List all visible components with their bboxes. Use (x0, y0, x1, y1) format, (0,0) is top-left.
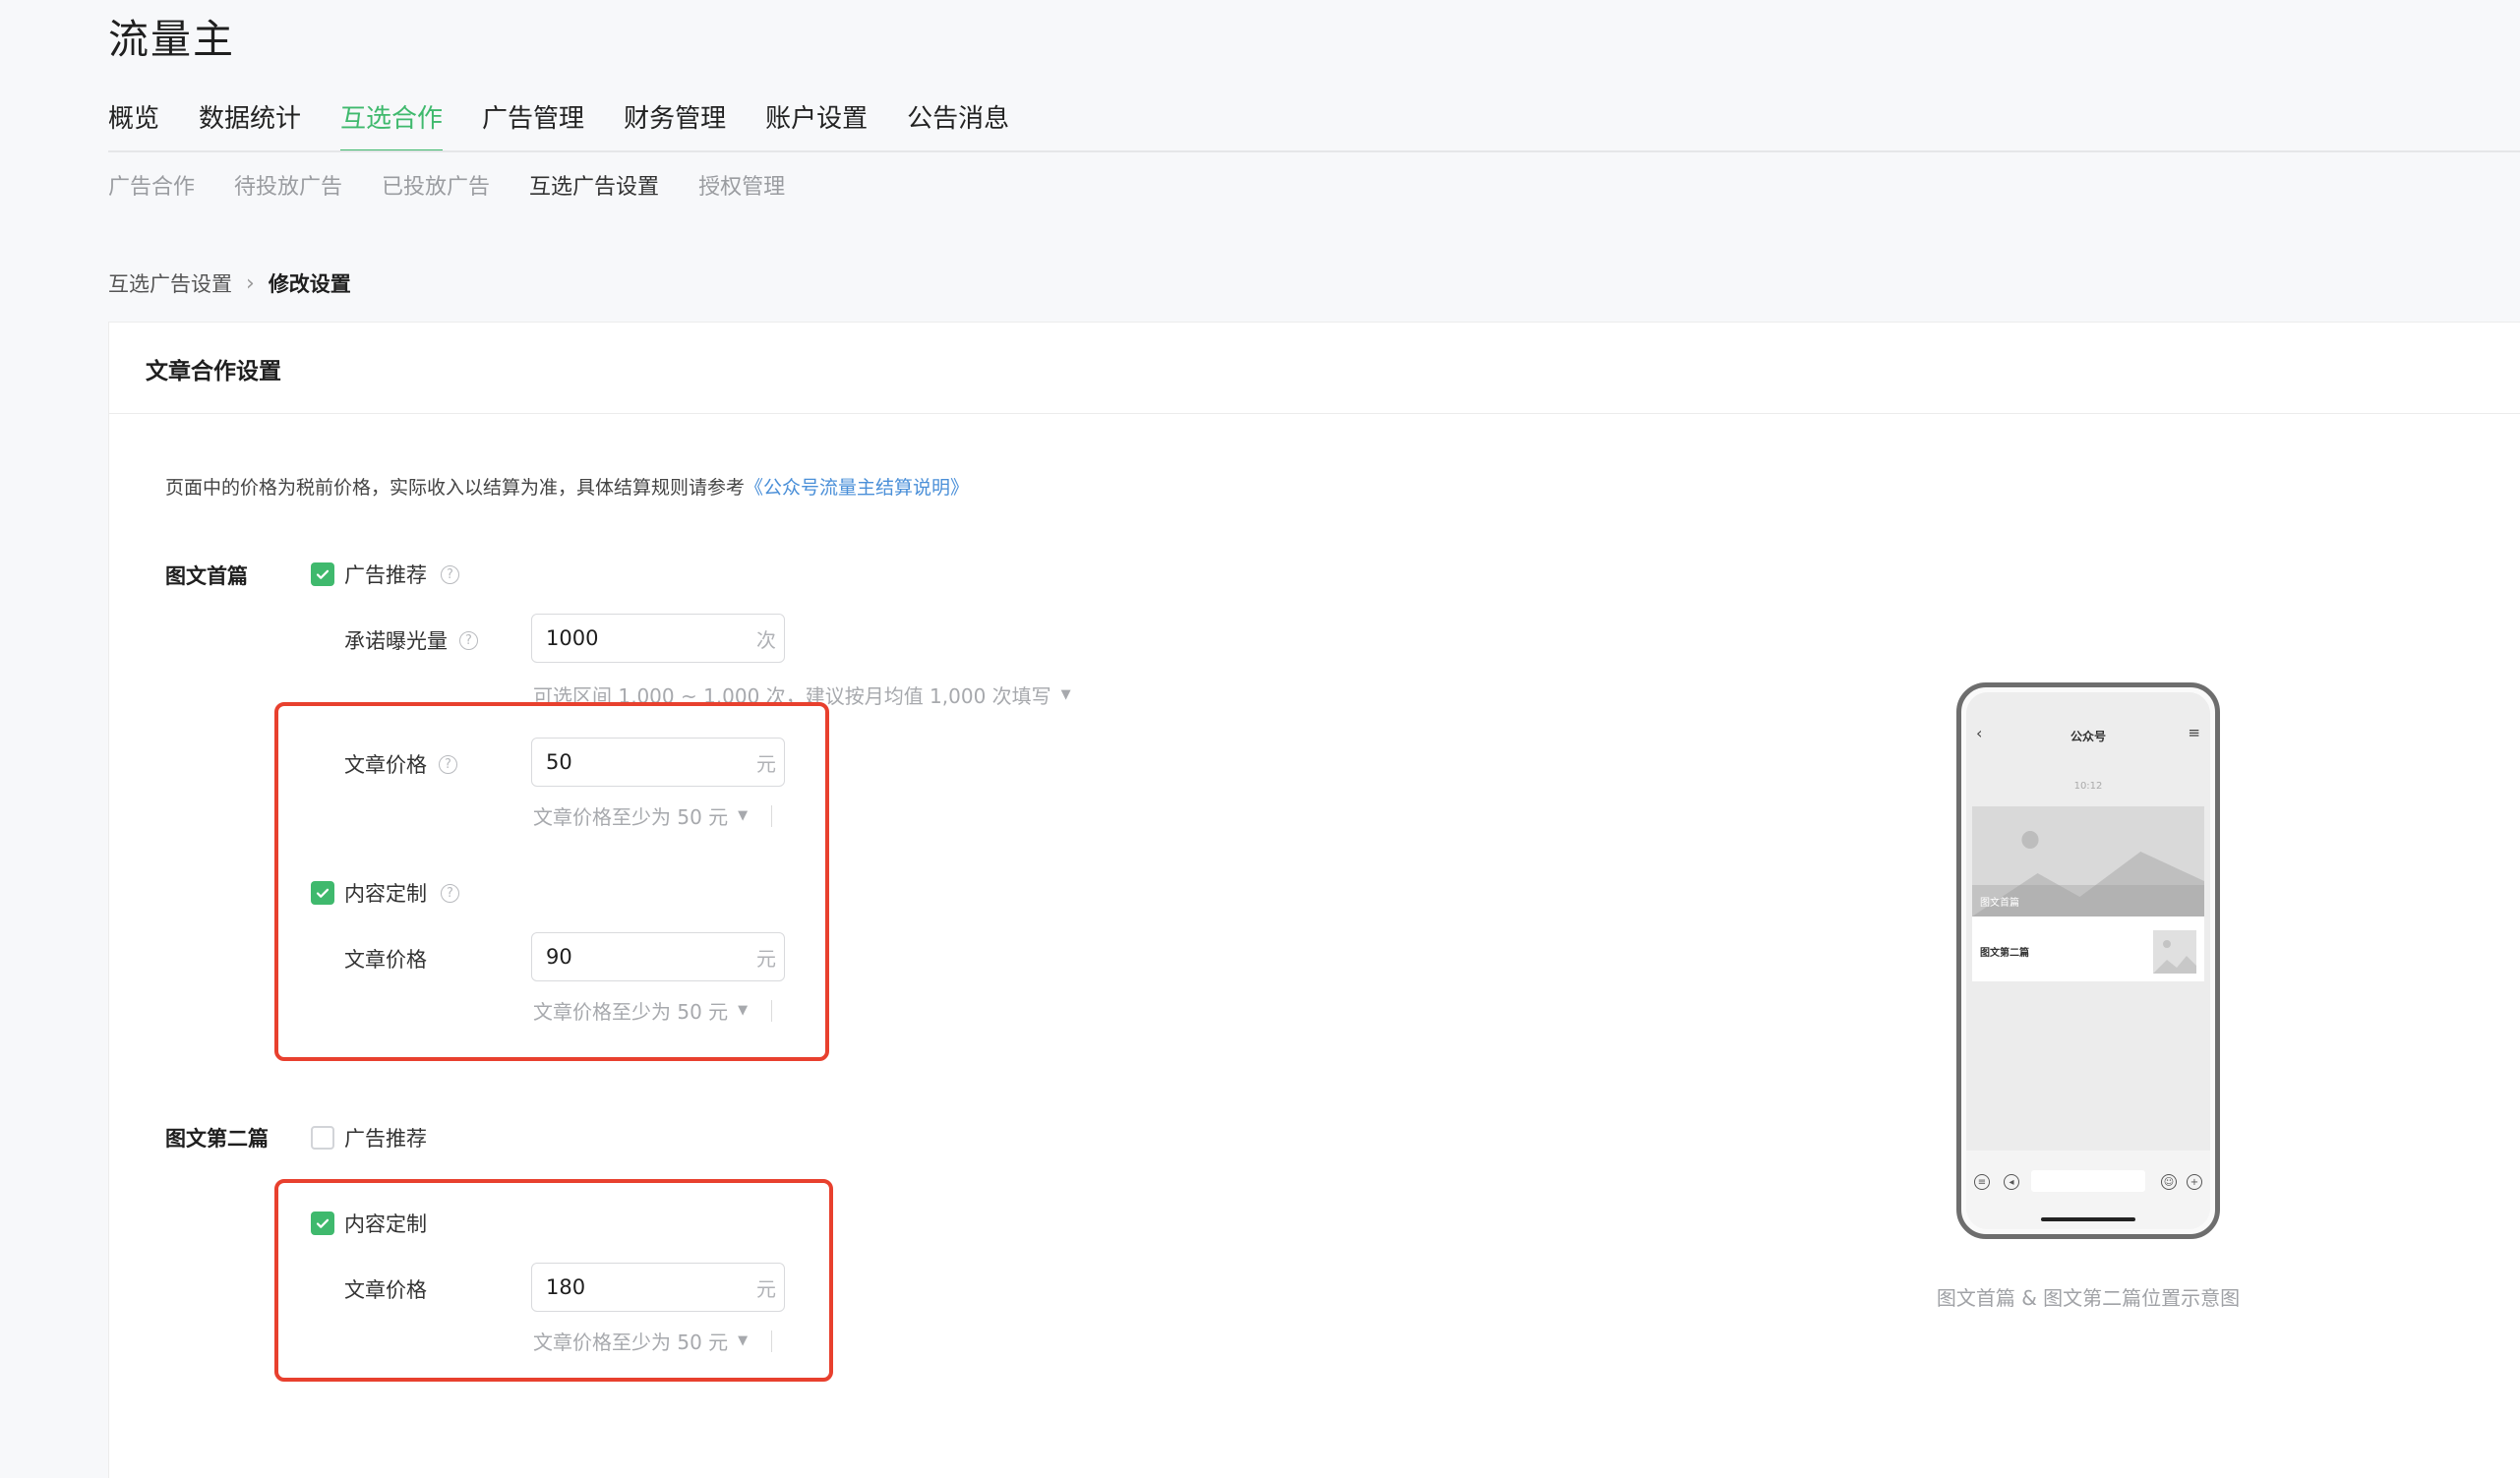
question-circle-icon[interactable]: ? (439, 754, 457, 774)
first-ad-recommend-checkbox[interactable]: 广告推荐 ? (311, 560, 459, 589)
ad-price-unit: 元 (756, 751, 776, 776)
subnav-ad-cooperation[interactable]: 广告合作 (108, 169, 195, 201)
checkbox-label: 广告推荐 (344, 563, 427, 587)
app-title: 流量主 (108, 16, 235, 63)
sub-nav: 广告合作 待投放广告 已投放广告 互选广告设置 授权管理 (108, 169, 824, 201)
ad-price-label-text: 文章价格 (344, 753, 427, 777)
caret-down-icon[interactable]: ▼ (738, 1003, 748, 1018)
second-price-unit: 元 (756, 1276, 776, 1301)
caret-down-icon[interactable]: ▼ (1061, 687, 1071, 702)
custom-price-hint: 文章价格至少为 50 元 ▼ (533, 996, 773, 1025)
question-circle-icon[interactable]: ? (441, 564, 459, 584)
voice-icon: ◂ (2004, 1174, 2019, 1190)
check-icon (311, 881, 334, 905)
ad-price-input[interactable]: 50 元 (531, 738, 785, 787)
exposure-value: 1000 (546, 626, 599, 650)
menu-icon: ≡ (2188, 724, 2200, 741)
phone-time: 10:12 (2073, 781, 2103, 792)
exposure-unit: 次 (756, 627, 776, 652)
main-nav: 概览 数据统计 互选合作 广告管理 财务管理 账户设置 公告消息 (108, 98, 1049, 152)
custom-price-value: 90 (546, 945, 572, 969)
second-price-input[interactable]: 180 元 (531, 1263, 785, 1312)
checkbox-label: 内容定制 (344, 1212, 427, 1236)
custom-price-hint-text: 文章价格至少为 50 元 (533, 1000, 729, 1024)
subnav-authorization[interactable]: 授权管理 (698, 169, 785, 201)
nav-announcements[interactable]: 公告消息 (907, 98, 1009, 152)
question-circle-icon[interactable]: ? (459, 630, 478, 650)
list-icon: ≡ (1974, 1174, 1990, 1190)
second-price-value: 180 (546, 1275, 586, 1299)
phone-article-card: 图文首篇 图文第二篇 (1972, 806, 2204, 981)
breadcrumb: 互选广告设置 › 修改设置 (108, 268, 351, 298)
subnav-ad-settings[interactable]: 互选广告设置 (529, 169, 659, 201)
breadcrumb-parent[interactable]: 互选广告设置 (108, 268, 232, 298)
divider (771, 1330, 773, 1352)
ad-price-hint-text: 文章价格至少为 50 元 (533, 805, 729, 829)
nav-ad-management[interactable]: 广告管理 (482, 98, 584, 152)
first-article-label: 图文首篇 (165, 564, 248, 588)
phone-input-field (2031, 1170, 2145, 1192)
question-circle-icon[interactable]: ? (441, 883, 459, 903)
subnav-delivered-ads[interactable]: 已投放广告 (382, 169, 490, 201)
chevron-right-icon: › (246, 270, 255, 296)
nav-divider (108, 150, 2520, 152)
exposure-input[interactable]: 1000 次 (531, 614, 785, 663)
ad-price-hint: 文章价格至少为 50 元 ▼ (533, 801, 773, 830)
plus-icon: + (2187, 1174, 2202, 1190)
breadcrumb-current: 修改设置 (268, 272, 351, 296)
phone-screen: ‹ 公众号 ≡ 10:12 图文首篇 图文第二篇 ≡ ◂ ☺ + (1966, 692, 2210, 1229)
checkbox-label: 内容定制 (344, 882, 427, 906)
thumbnail-placeholder (2153, 930, 2196, 974)
preview-caption: 图文首篇 & 图文第二篇位置示意图 (1936, 1286, 2241, 1310)
settlement-link[interactable]: 《公众号流量主结算说明》 (745, 477, 969, 499)
first-custom-checkbox[interactable]: 内容定制 ? (311, 878, 459, 908)
second-custom-checkbox[interactable]: 内容定制 (311, 1209, 427, 1238)
divider (771, 999, 773, 1022)
nav-mutual-selection[interactable]: 互选合作 (340, 98, 444, 152)
check-icon (311, 1212, 334, 1235)
nav-finance[interactable]: 财务管理 (624, 98, 726, 152)
caret-down-icon[interactable]: ▼ (738, 1333, 748, 1348)
divider (771, 804, 773, 827)
second-price-hint: 文章价格至少为 50 元 ▼ (533, 1327, 773, 1355)
custom-price-label-text: 文章价格 (344, 948, 427, 972)
phone-preview: ‹ 公众号 ≡ 10:12 图文首篇 图文第二篇 ≡ ◂ ☺ + (1956, 682, 2220, 1239)
phone-bottom-bar: ≡ ◂ ☺ + (1966, 1151, 2210, 1229)
second-article-preview-label: 图文第二篇 (1980, 948, 2029, 959)
ad-price-value: 50 (546, 750, 572, 774)
phone-topbar (1966, 692, 2210, 810)
second-ad-recommend-checkbox[interactable]: 广告推荐 (311, 1123, 427, 1153)
check-icon (311, 562, 334, 586)
hero-image-placeholder: 图文首篇 (1972, 806, 2204, 916)
checkbox-label: 广告推荐 (344, 1127, 427, 1151)
second-article-label: 图文第二篇 (165, 1127, 269, 1151)
emoji-icon: ☺ (2161, 1174, 2177, 1190)
custom-price-input[interactable]: 90 元 (531, 932, 785, 981)
second-price-hint-text: 文章价格至少为 50 元 (533, 1330, 729, 1354)
nav-overview[interactable]: 概览 (108, 98, 159, 152)
exposure-label: 承诺曝光量 ? (344, 625, 478, 655)
custom-price-unit: 元 (756, 946, 776, 971)
nav-account-settings[interactable]: 账户设置 (765, 98, 868, 152)
first-article-preview-label: 图文首篇 (1980, 898, 2019, 909)
ad-price-label: 文章价格 ? (344, 749, 457, 779)
nav-statistics[interactable]: 数据统计 (199, 98, 301, 152)
price-notice: 页面中的价格为税前价格，实际收入以结算为准，具体结算规则请参考《公众号流量主结算… (165, 473, 969, 500)
caret-down-icon[interactable]: ▼ (738, 808, 748, 823)
checkbox-empty-icon (311, 1126, 334, 1150)
second-price-label-text: 文章价格 (344, 1278, 427, 1302)
second-price-label: 文章价格 (344, 1274, 427, 1304)
notice-text: 页面中的价格为税前价格，实际收入以结算为准，具体结算规则请参考 (165, 477, 746, 499)
card-title: 文章合作设置 (146, 359, 281, 384)
home-indicator (2041, 1217, 2135, 1221)
custom-price-label: 文章价格 (344, 944, 427, 974)
card-divider (108, 413, 2520, 414)
exposure-label-text: 承诺曝光量 (344, 629, 448, 653)
subnav-pending-ads[interactable]: 待投放广告 (234, 169, 342, 201)
phone-account-title: 公众号 (2070, 730, 2106, 743)
